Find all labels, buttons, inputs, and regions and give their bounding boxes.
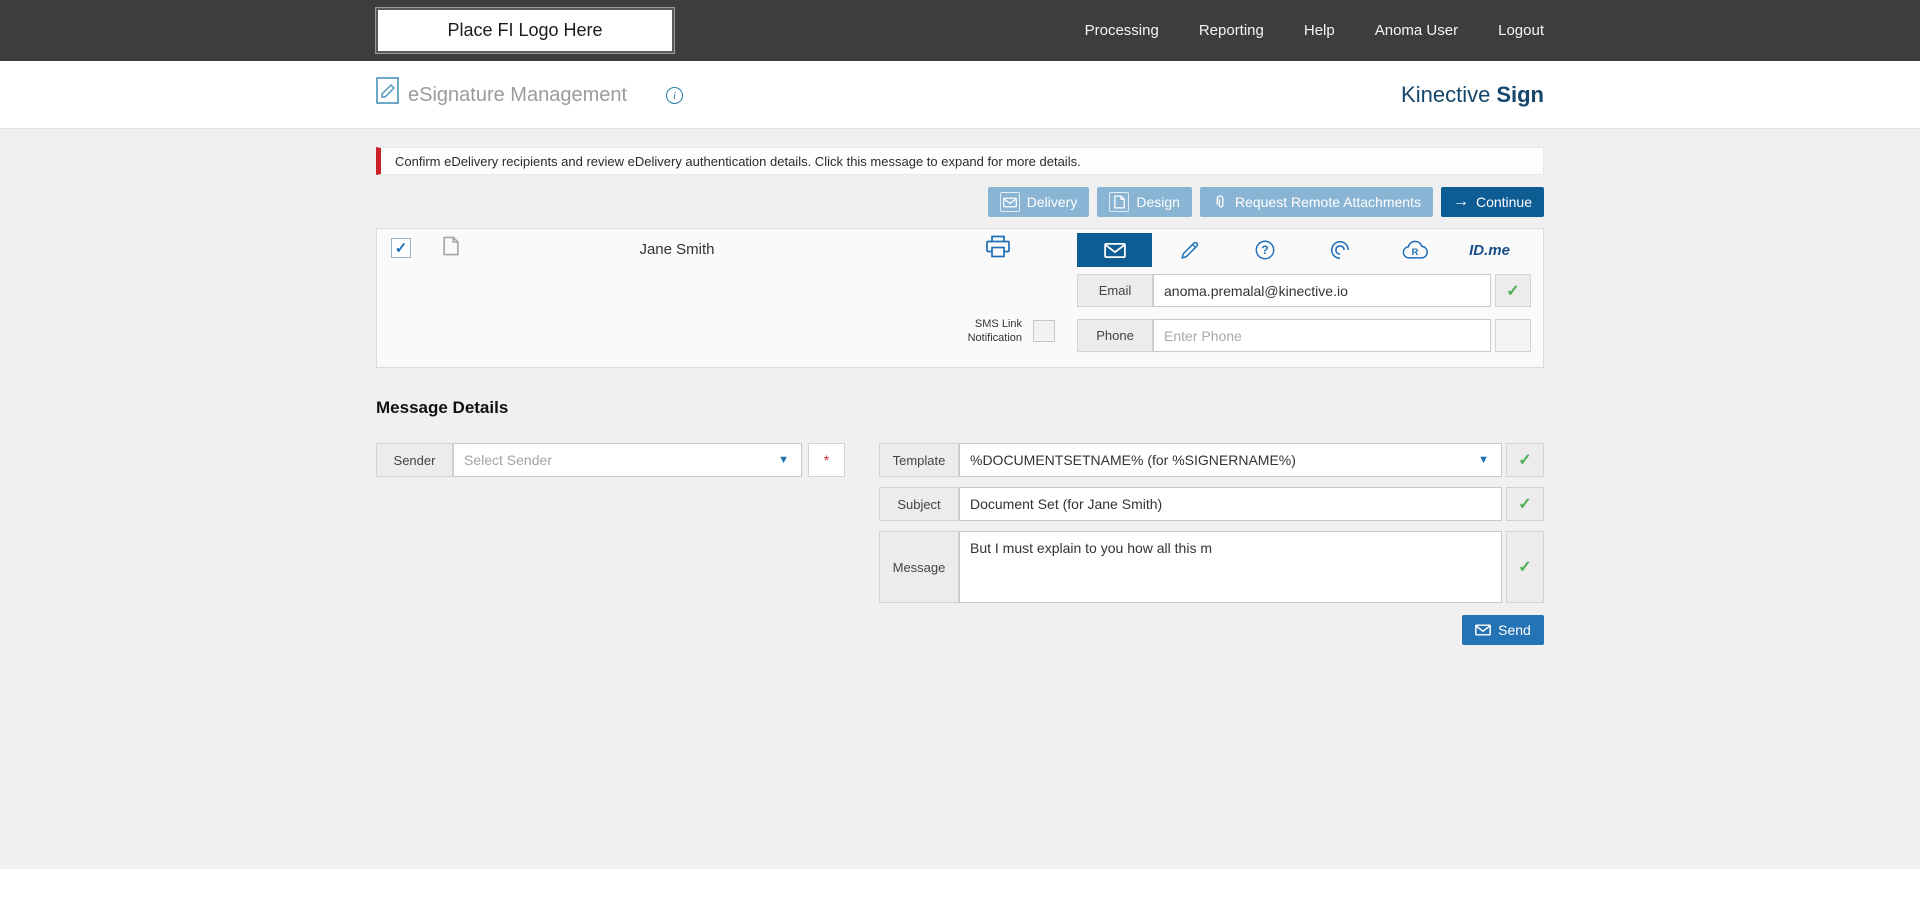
idme-icon: ID. — [1469, 242, 1488, 259]
signature-pen-icon — [1179, 239, 1201, 261]
edelivery-alert-banner[interactable]: Confirm eDelivery recipients and review … — [376, 147, 1544, 175]
sender-select[interactable]: Select Sender ▼ — [453, 443, 802, 477]
envelope-icon — [1000, 192, 1020, 212]
method-security-question-button[interactable]: ? — [1227, 233, 1302, 267]
brand-logo: Kinective Sign — [1401, 61, 1544, 129]
arrow-right-icon: → — [1453, 194, 1469, 210]
info-icon[interactable]: i — [666, 87, 683, 104]
idme-icon-suffix: me — [1488, 242, 1510, 259]
subject-field-label: Subject — [879, 487, 959, 521]
fi-logo-placeholder: Place FI Logo Here — [376, 8, 674, 53]
sms-link-notification-checkbox[interactable] — [1033, 320, 1055, 342]
design-button[interactable]: Design — [1097, 187, 1192, 217]
method-email-button[interactable] — [1077, 233, 1152, 267]
nav-user-menu[interactable]: Anoma User — [1375, 22, 1458, 39]
brand-name-regular: Kinective — [1401, 82, 1490, 108]
svg-text:?: ? — [1261, 243, 1268, 257]
message-textarea[interactable]: But I must explain to you how all this m — [959, 531, 1502, 603]
action-button-row: Delivery Design Request Remote Attachmen… — [988, 187, 1544, 217]
checkmark-icon: ✓ — [1518, 450, 1531, 470]
template-value: %DOCUMENTSETNAME% (for %SIGNERNAME%) — [970, 452, 1296, 468]
nav-logout[interactable]: Logout — [1498, 22, 1544, 39]
method-idme-button[interactable]: ID.me — [1452, 233, 1527, 267]
subject-valid-indicator: ✓ — [1506, 487, 1544, 521]
continue-button[interactable]: → Continue — [1441, 187, 1544, 217]
checkmark-icon: ✓ — [395, 239, 408, 257]
brand-name-bold: Sign — [1496, 82, 1544, 108]
remote-cloud-icon: R — [1402, 240, 1428, 260]
send-button-label: Send — [1498, 622, 1531, 638]
nav-reporting[interactable]: Reporting — [1199, 22, 1264, 39]
delivery-button-label: Delivery — [1027, 194, 1078, 210]
delivery-button[interactable]: Delivery — [988, 187, 1090, 217]
sender-required-marker: * — [808, 443, 845, 477]
paperclip-icon — [1212, 194, 1228, 210]
design-button-label: Design — [1136, 194, 1180, 210]
printer-icon[interactable] — [985, 234, 1011, 259]
sender-placeholder: Select Sender — [464, 452, 552, 468]
checkmark-icon: ✓ — [1506, 281, 1519, 301]
delivery-method-row: ? R ID.me — [1077, 233, 1527, 267]
template-field-label: Template — [879, 443, 959, 477]
voice-swirl-icon — [1329, 239, 1351, 261]
message-field-label: Message — [879, 531, 959, 603]
request-remote-attachments-label: Request Remote Attachments — [1235, 194, 1421, 210]
nav-help[interactable]: Help — [1304, 22, 1335, 39]
subject-input[interactable] — [959, 487, 1502, 521]
message-valid-indicator: ✓ — [1506, 531, 1544, 603]
page-header: eSignature Management i Kinective Sign — [0, 61, 1920, 129]
email-valid-indicator: ✓ — [1495, 274, 1531, 307]
continue-button-label: Continue — [1476, 194, 1532, 210]
checkmark-icon: ✓ — [1518, 494, 1531, 514]
chevron-down-icon: ▼ — [1478, 454, 1489, 466]
recipient-checkbox[interactable]: ✓ — [391, 238, 411, 258]
email-field-label: Email — [1077, 274, 1153, 307]
email-envelope-icon — [1104, 242, 1126, 259]
svg-text:R: R — [1411, 247, 1418, 257]
question-circle-icon: ? — [1254, 239, 1276, 261]
sms-link-notification-label: SMS Link Notification — [912, 317, 1022, 345]
app-canvas: Place FI Logo Here Processing Reporting … — [0, 0, 1920, 901]
send-button[interactable]: Send — [1462, 615, 1544, 645]
topbar: Place FI Logo Here Processing Reporting … — [0, 0, 1920, 61]
document-status-icon — [443, 236, 459, 256]
checkmark-icon: ✓ — [1518, 557, 1531, 577]
method-signature-button[interactable] — [1152, 233, 1227, 267]
request-remote-attachments-button[interactable]: Request Remote Attachments — [1200, 187, 1433, 217]
phone-input[interactable] — [1153, 319, 1491, 352]
page-footer — [0, 869, 1920, 901]
message-details-heading: Message Details — [376, 398, 508, 418]
page-title: eSignature Management — [408, 61, 627, 129]
asterisk-icon: * — [824, 452, 829, 468]
recipient-card: ✓ Jane Smith ? — [376, 228, 1544, 368]
fi-logo-text: Place FI Logo Here — [447, 20, 602, 41]
alert-message-text: Confirm eDelivery recipients and review … — [381, 154, 1081, 169]
esignature-document-icon — [376, 77, 399, 104]
document-icon — [1109, 192, 1129, 212]
method-voice-call-button[interactable] — [1302, 233, 1377, 267]
phone-valid-indicator — [1495, 319, 1531, 352]
send-envelope-icon — [1475, 624, 1491, 636]
sender-field-label: Sender — [376, 443, 453, 477]
chevron-down-icon: ▼ — [778, 454, 789, 466]
phone-field-label: Phone — [1077, 319, 1153, 352]
top-navigation: Processing Reporting Help Anoma User Log… — [1085, 0, 1544, 61]
nav-processing[interactable]: Processing — [1085, 22, 1159, 39]
method-remote-button[interactable]: R — [1377, 233, 1452, 267]
template-valid-indicator: ✓ — [1506, 443, 1544, 477]
recipient-name: Jane Smith — [547, 229, 807, 269]
template-select[interactable]: %DOCUMENTSETNAME% (for %SIGNERNAME%) ▼ — [959, 443, 1502, 477]
email-input[interactable] — [1153, 274, 1491, 307]
